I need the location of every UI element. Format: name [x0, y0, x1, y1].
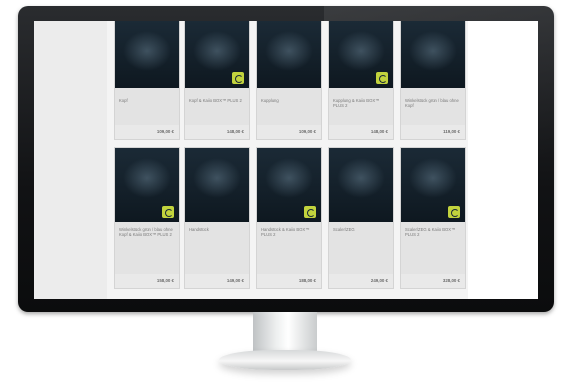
handpiece-image	[409, 158, 457, 198]
product-price: 109,00 €	[298, 129, 316, 134]
product-card[interactable]: Handstück 149,00 €	[185, 148, 249, 288]
product-price: 149,00 €	[226, 278, 244, 283]
monitor-stand-base	[219, 350, 351, 370]
product-name: Kopf & Kaiio BOX™ PLUS 2	[189, 98, 242, 103]
product-card[interactable]: Winkelstück grün / blau ohne Kopf 119,00 …	[401, 21, 465, 139]
box-badge-icon	[304, 206, 316, 218]
product-image[interactable]	[401, 21, 465, 88]
monitor-screen: Kopf 109,00 € Kopf & Kaiio BOX™ PLUS 2 148,…	[34, 21, 538, 299]
product-price: 188,00 €	[298, 278, 316, 283]
product-card[interactable]: Kopf & Kaiio BOX™ PLUS 2 148,00 €	[185, 21, 249, 139]
product-name: Handstück	[189, 227, 209, 232]
product-name: Scaler/ZEG	[333, 227, 355, 232]
product-card[interactable]: Kopf 109,00 €	[115, 21, 179, 139]
product-card[interactable]: Handstück & Kaiio BOX™ PLUS 2 188,00 €	[257, 148, 321, 288]
product-image[interactable]	[115, 21, 179, 88]
product-image[interactable]	[329, 148, 393, 222]
handpiece-image	[123, 158, 171, 198]
sidebar-panel	[34, 21, 107, 299]
product-name: Winkelstück grün / blau ohne Kopf	[405, 98, 459, 109]
product-price: 328,00 €	[442, 278, 460, 283]
box-badge-icon	[232, 72, 244, 84]
product-price: 148,00 €	[226, 129, 244, 134]
product-price: 109,00 €	[156, 129, 174, 134]
handpiece-image	[193, 31, 241, 71]
handpiece-image	[123, 31, 171, 71]
product-card[interactable]: Kupplung & Kaiio BOX™ PLUS 2 148,00 €	[329, 21, 393, 139]
product-name: Handstück & Kaiio BOX™ PLUS 2	[261, 227, 310, 238]
handpiece-image	[193, 158, 241, 198]
product-price: 249,00 €	[370, 278, 388, 283]
product-card[interactable]: Winkelstück grün / blau ohne Kopf & Kaii…	[115, 148, 179, 288]
product-image[interactable]	[257, 21, 321, 88]
box-badge-icon	[376, 72, 388, 84]
product-card[interactable]: Kupplung 109,00 €	[257, 21, 321, 139]
handpiece-image	[337, 158, 385, 198]
product-price: 119,00 €	[443, 129, 460, 134]
handpiece-image	[265, 158, 313, 198]
handpiece-image	[337, 31, 385, 71]
product-card[interactable]: Scaler/ZEG 249,00 €	[329, 148, 393, 288]
product-name: Kupplung	[261, 98, 279, 103]
product-card[interactable]: Scaler/ZEG & Kaiio BOX™ PLUS 2 328,00 €	[401, 148, 465, 288]
handpiece-image	[409, 31, 457, 71]
product-name: Winkelstück grün / blau ohne Kopf & Kaii…	[119, 227, 173, 238]
product-name: Scaler/ZEG & Kaiio BOX™ PLUS 2	[405, 227, 456, 238]
product-price: 158,00 €	[156, 278, 174, 283]
product-name: Kopf	[119, 98, 128, 103]
product-image[interactable]	[185, 148, 249, 222]
right-panel	[468, 21, 538, 299]
product-name: Kupplung & Kaiio BOX™ PLUS 2	[333, 98, 380, 109]
box-badge-icon	[448, 206, 460, 218]
product-price: 148,00 €	[370, 129, 388, 134]
box-badge-icon	[162, 206, 174, 218]
handpiece-image	[265, 31, 313, 71]
